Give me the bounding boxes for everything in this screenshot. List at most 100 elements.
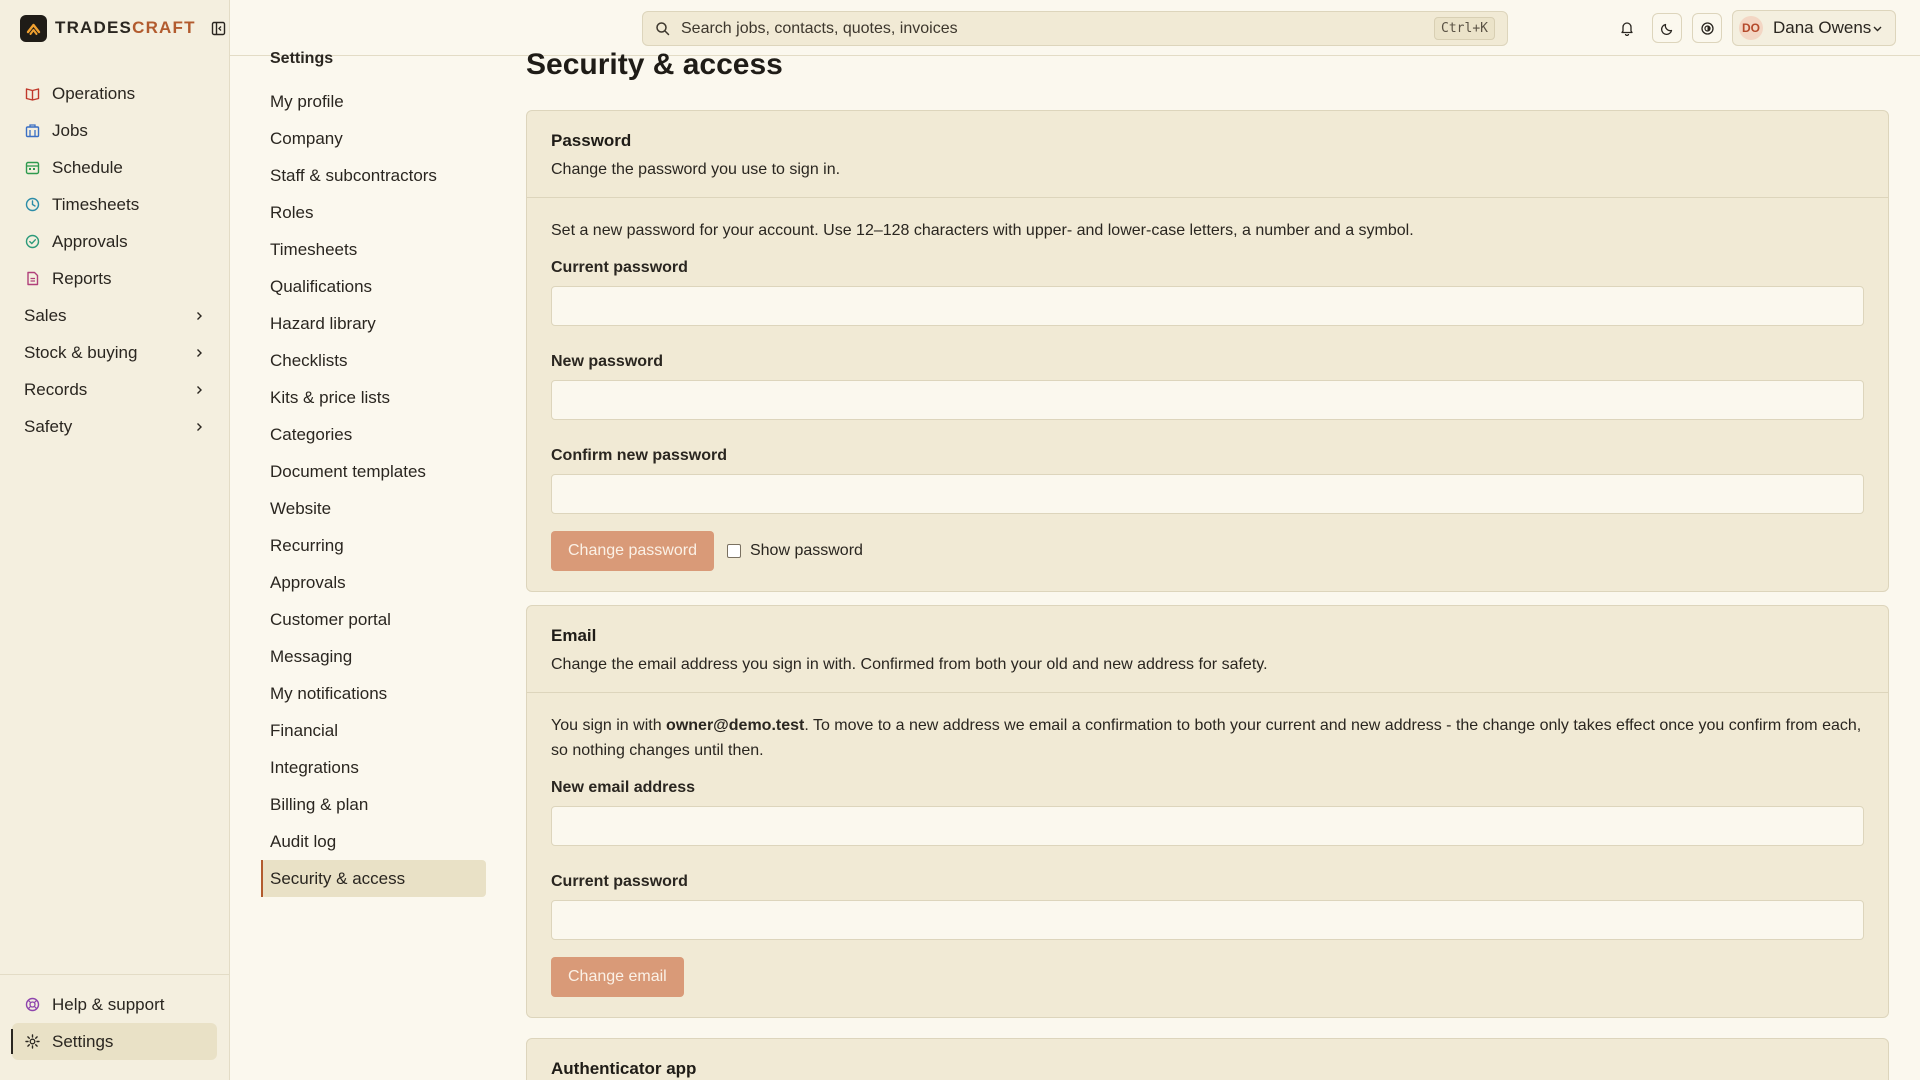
check-circle-icon [24,234,40,250]
sidebar-item-label: Timesheets [52,194,140,214]
email-current-password-label: Current password [551,873,688,890]
top-bar: Search jobs, contacts, quotes, invoices … [230,0,1920,56]
sidebar-item-label: Jobs [52,120,88,140]
password-card: Password Change the password you use to … [526,110,1889,592]
password-card-body: Set a new password for your account. Use… [527,198,1888,591]
authenticator-card-header: Authenticator app [527,1039,1888,1080]
sidebar-item-label: Schedule [52,157,123,177]
sidebar-group-sales[interactable]: Sales [12,297,218,334]
settings-item-my-notifications[interactable]: My notifications [261,675,486,712]
sidebar-item-jobs[interactable]: Jobs [12,112,218,149]
email-current-password-field[interactable] [551,900,1864,940]
password-card-title: Password [551,131,632,150]
chevron-right-icon [194,384,206,396]
contrast-icon[interactable] [1692,13,1722,43]
settings-item-my-profile[interactable]: My profile [261,83,486,120]
sidebar-item-label: Help & support [52,994,165,1014]
sidebar-group-label: Safety [24,416,73,436]
gear-icon [24,1034,40,1050]
sidebar-item-settings[interactable]: Settings [11,1023,217,1060]
new-email-field[interactable] [551,806,1864,846]
confirm-password-label: Confirm new password [551,447,728,464]
brand-name: TRADESCRAFT [55,18,196,37]
settings-item-integrations[interactable]: Integrations [261,749,486,786]
settings-item-audit-log[interactable]: Audit log [261,823,486,860]
settings-item-roles[interactable]: Roles [261,194,486,231]
sidebar-group-stock-buying[interactable]: Stock & buying [12,334,218,371]
settings-item-company[interactable]: Company [261,120,486,157]
user-menu[interactable]: DO Dana Owens [1732,10,1896,46]
report-icon [24,271,40,287]
settings-nav-title: Settings [270,50,334,67]
settings-item-financial[interactable]: Financial [261,712,486,749]
settings-item-security-access[interactable]: Security & access [261,860,486,897]
main-nav: Operations Jobs Schedule Timesheets Appr… [12,75,218,445]
search-icon [655,21,671,37]
settings-item-billing-plan[interactable]: Billing & plan [261,786,486,823]
settings-nav: Settings My profile Company Staff & subcon… [230,50,498,1080]
settings-item-staff-subcontractors[interactable]: Staff & subcontractors [261,157,486,194]
new-email-label: New email address [551,779,696,796]
sidebar-item-label: Approvals [52,231,128,251]
app-sidebar: TRADESCRAFT Operations Jobs Schedule Tim… [0,0,230,1080]
sidebar-item-label: Reports [52,268,112,288]
sidebar-collapse-icon[interactable] [210,19,228,37]
email-card: Email Change the email address you sign … [526,605,1889,1018]
sidebar-group-records[interactable]: Records [12,371,218,408]
global-search[interactable]: Search jobs, contacts, quotes, invoices … [642,11,1508,46]
chevron-right-icon [194,310,206,322]
settings-item-qualifications[interactable]: Qualifications [261,268,486,305]
settings-item-recurring[interactable]: Recurring [261,527,486,564]
email-card-subtitle: Change the email address you sign in wit… [551,656,1268,673]
settings-item-timesheets[interactable]: Timesheets [261,231,486,268]
sidebar-item-schedule[interactable]: Schedule [12,149,218,186]
search-shortcut: Ctrl+K [1434,17,1495,40]
settings-item-website[interactable]: Website [261,490,486,527]
brand[interactable]: TRADESCRAFT [20,14,228,42]
sidebar-item-operations[interactable]: Operations [12,75,218,112]
sidebar-item-approvals[interactable]: Approvals [12,223,218,260]
current-password-label: Current password [551,259,688,276]
building-icon [24,123,40,139]
book-icon [24,86,40,102]
avatar: DO [1739,16,1763,40]
settings-item-customer-portal[interactable]: Customer portal [261,601,486,638]
show-password-label[interactable]: Show password [750,542,863,560]
change-password-button[interactable]: Change password [551,531,714,571]
sidebar-group-label: Records [24,379,88,399]
sidebar-group-safety[interactable]: Safety [12,408,218,445]
settings-item-document-templates[interactable]: Document templates [261,453,486,490]
email-card-body: You sign in with owner@demo.test. To mov… [527,693,1888,1017]
dark-mode-moon-icon[interactable] [1652,13,1682,43]
settings-item-kits-price-lists[interactable]: Kits & price lists [261,379,486,416]
settings-item-categories[interactable]: Categories [261,416,486,453]
settings-item-hazard-library[interactable]: Hazard library [261,305,486,342]
page-title: Security & access [526,48,783,81]
chevron-right-icon [194,421,206,433]
sidebar-item-reports[interactable]: Reports [12,260,218,297]
settings-item-checklists[interactable]: Checklists [261,342,486,379]
calendar-icon [24,160,40,176]
sidebar-item-timesheets[interactable]: Timesheets [12,186,218,223]
lifebuoy-icon [24,997,40,1013]
main-content: Security & access Password Change the pa… [526,48,1889,1080]
authenticator-card-title: Authenticator app [551,1059,697,1078]
chevron-right-icon [194,347,206,359]
confirm-password-field[interactable] [551,474,1864,514]
email-change-info: You sign in with owner@demo.test. To mov… [551,717,1862,759]
search-input[interactable]: Search jobs, contacts, quotes, invoices [681,20,958,38]
sidebar-item-help-support[interactable]: Help & support [12,986,217,1023]
password-card-header: Password Change the password you use to … [527,111,1888,198]
email-card-title: Email [551,626,597,645]
current-email: owner@demo.test [666,717,805,734]
show-password-checkbox[interactable] [726,544,741,558]
current-password-field[interactable] [551,286,1864,326]
change-email-button[interactable]: Change email [551,957,684,997]
new-password-field[interactable] [551,380,1864,420]
email-card-header: Email Change the email address you sign … [527,606,1888,693]
notifications-bell-icon[interactable] [1612,13,1642,43]
settings-item-approvals[interactable]: Approvals [261,564,486,601]
tradescraft-logo-icon [20,14,47,42]
sidebar-item-label: Operations [52,83,136,103]
settings-item-messaging[interactable]: Messaging [261,638,486,675]
